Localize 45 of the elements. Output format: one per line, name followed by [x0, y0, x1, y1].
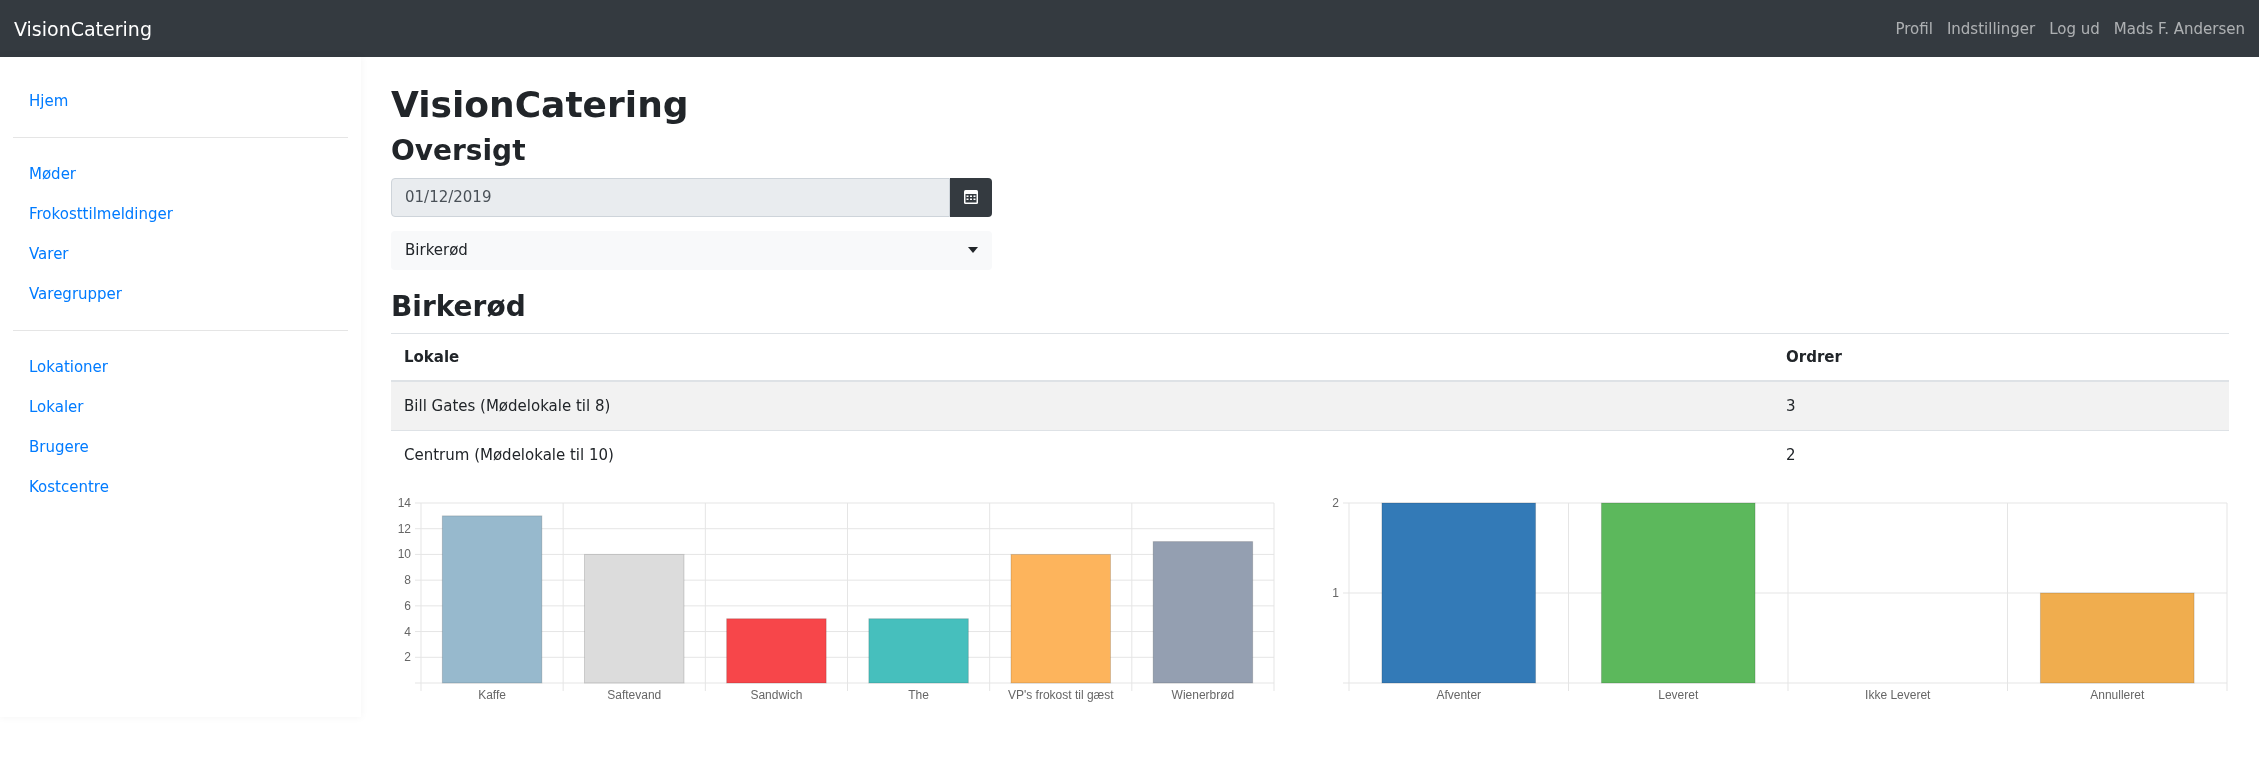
axis-tick-label: 2: [404, 650, 411, 665]
axis-tick-label: 1: [1332, 586, 1339, 601]
nav-link[interactable]: Log ud: [2049, 19, 2100, 38]
caret-icon: [968, 247, 978, 254]
date-field[interactable]: 01/12/2019: [391, 177, 950, 217]
axis-category-label: Sandwich: [750, 688, 803, 703]
axis-tick-label: 2: [1332, 496, 1339, 511]
location-select[interactable]: Birkerød: [391, 230, 992, 270]
table-cell: 2: [1773, 430, 2229, 480]
nav-link[interactable]: Mads F. Andersen: [2113, 19, 2245, 38]
table-cell: Centrum (Mødelokale til 10): [391, 430, 1773, 480]
axis-tick-label: 8: [404, 573, 411, 588]
sidebar-link[interactable]: Hjem: [0, 81, 361, 121]
axis-tick-label: 6: [404, 599, 411, 614]
sidebar-link[interactable]: Frokosttilmeldinger: [0, 194, 361, 234]
axis-category-label: The: [908, 688, 929, 703]
section-title: Birkerød: [391, 289, 526, 324]
axis-tick-label: 4: [404, 624, 411, 639]
sidebar-link[interactable]: Lokationer: [0, 347, 361, 387]
axis-category-label: Leveret: [1658, 688, 1699, 703]
axis-category-label: Kaffe: [478, 688, 506, 703]
axis-category-label: VP's frokost til gæst: [1007, 688, 1114, 703]
axis-category-label: Annulleret: [2090, 688, 2145, 703]
nav-link[interactable]: Profil: [1895, 19, 1933, 38]
table-cell: Bill Gates (Mødelokale til 8): [391, 381, 1773, 431]
sidebar-link[interactable]: Varegrupper: [0, 274, 361, 314]
calendar-icon: [963, 189, 979, 206]
axis-category-label: Ikke Leveret: [1865, 688, 1931, 703]
sidebar-link[interactable]: Varer: [0, 234, 361, 274]
axis-tick-label: 14: [397, 496, 411, 511]
sidebar-link[interactable]: Brugere: [0, 427, 361, 467]
axis-tick-label: 10: [397, 547, 411, 562]
section-title: Oversigt: [391, 134, 526, 168]
page-title: VisionCatering: [391, 83, 689, 127]
axis-category-label: Afventer: [1436, 688, 1482, 703]
sidebar-link[interactable]: Kostcentre: [0, 467, 361, 507]
table-cell: 3: [1773, 381, 2229, 431]
nav-link[interactable]: Indstillinger: [1946, 19, 2036, 38]
calendar-button[interactable]: [950, 177, 992, 217]
sidebar-link[interactable]: Lokaler: [0, 387, 361, 427]
axis-category-label: Saftevand: [607, 688, 662, 703]
axis-category-label: Wienerbrød: [1171, 688, 1235, 703]
axis-tick-label: 12: [397, 522, 411, 537]
brand-link[interactable]: VisionCatering: [14, 17, 152, 40]
sidebar-link[interactable]: Møder: [0, 154, 361, 194]
